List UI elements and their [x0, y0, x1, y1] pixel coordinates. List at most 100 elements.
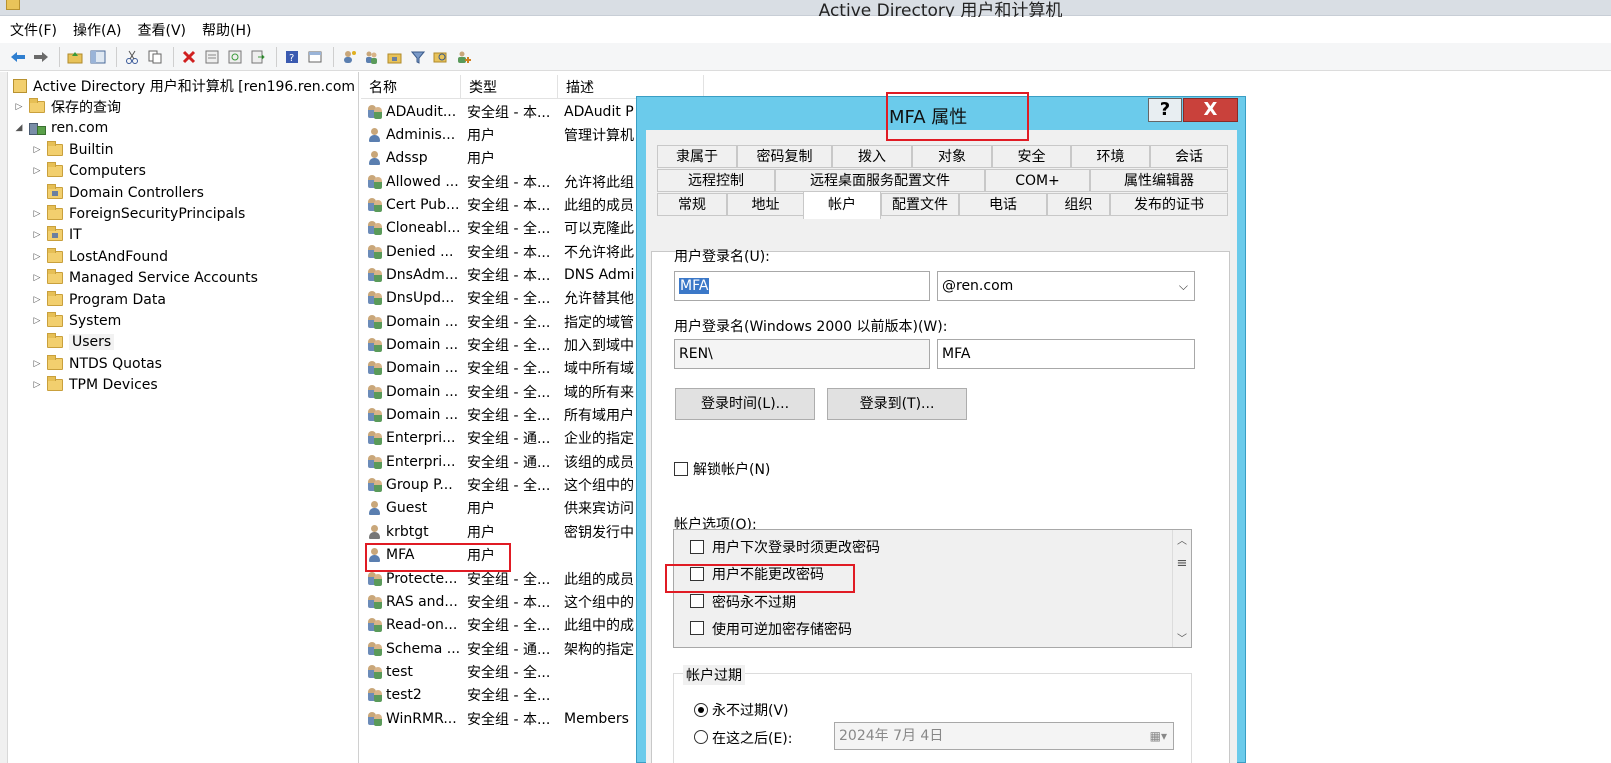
- expire-date-value: 2024年 7月 4日: [839, 728, 944, 744]
- new-group-icon[interactable]: [362, 47, 382, 67]
- tree-item-label: 保存的查询: [51, 99, 121, 116]
- ad-snapin-icon: [13, 78, 27, 93]
- never-expires-radio[interactable]: [694, 703, 708, 717]
- chevron-down-icon[interactable]: ﹀: [1173, 630, 1191, 645]
- properties-icon[interactable]: [202, 47, 222, 67]
- up-folder-icon[interactable]: [65, 47, 85, 67]
- menu-view[interactable]: 查看(V): [138, 20, 187, 40]
- tree-item-managed-service-accounts[interactable]: ▷ Managed Service Accounts: [31, 267, 258, 288]
- menu-help[interactable]: 帮助(H): [202, 20, 251, 40]
- end-of-radio[interactable]: [694, 730, 708, 744]
- cut-icon[interactable]: [122, 47, 142, 67]
- scroll-thumb-icon[interactable]: ≡: [1173, 556, 1191, 571]
- tab-organization[interactable]: 组织: [1047, 193, 1110, 216]
- option-checkbox-reversible[interactable]: [690, 621, 704, 635]
- expand-arrow-icon[interactable]: ▷: [31, 359, 43, 369]
- cell-name-text: Adminis...: [386, 126, 456, 143]
- options-scrollbar[interactable]: ︿ ≡ ﹀: [1172, 530, 1191, 647]
- console-icon[interactable]: [305, 47, 325, 67]
- logon-hours-button[interactable]: 登录时间(L)...: [675, 388, 815, 420]
- tree-item-computers[interactable]: ▷ Computers: [31, 160, 146, 181]
- tab-dial-in[interactable]: 拨入: [832, 145, 912, 168]
- help-button[interactable]: ?: [1148, 98, 1182, 122]
- filter-icon[interactable]: [408, 47, 428, 67]
- tree-item-users[interactable]: Users: [31, 331, 115, 352]
- expand-arrow-icon[interactable]: ▷: [31, 316, 43, 326]
- expand-arrow-icon[interactable]: ▷: [31, 209, 43, 219]
- cell-type: 安全组 - 通...: [467, 641, 551, 658]
- find-icon[interactable]: [431, 47, 451, 67]
- tree-item-domain[interactable]: ◢ ren.com: [13, 117, 109, 138]
- new-user-icon[interactable]: [339, 47, 359, 67]
- pre2000-name-input[interactable]: MFA: [937, 339, 1195, 369]
- expire-date-picker[interactable]: 2024年 7月 4日 ▦▾: [834, 722, 1174, 750]
- menu-file[interactable]: 文件(F): [10, 20, 57, 40]
- expand-arrow-icon[interactable]: ▷: [13, 102, 25, 112]
- new-ou-icon[interactable]: [385, 47, 405, 67]
- tab-published-certificates[interactable]: 发布的证书: [1110, 193, 1228, 216]
- expand-arrow-icon[interactable]: ▷: [31, 145, 43, 155]
- navigation-tree: Active Directory 用户和计算机 [ren196.ren.com …: [9, 72, 359, 763]
- tab-sessions[interactable]: 会话: [1150, 145, 1228, 168]
- tab-attribute-editor[interactable]: 属性编辑器: [1090, 169, 1228, 192]
- folder-icon: [29, 97, 45, 113]
- tab-password-replication[interactable]: 密码复制: [737, 145, 832, 168]
- chevron-up-icon[interactable]: ︿: [1173, 532, 1191, 547]
- tree-item-program-data[interactable]: ▷ Program Data: [31, 289, 166, 310]
- menu-action[interactable]: 操作(A): [73, 20, 122, 40]
- cell-type: 安全组 - 本...: [467, 594, 551, 611]
- option-checkbox-must-change[interactable]: [690, 540, 704, 554]
- close-button[interactable]: X: [1183, 98, 1238, 122]
- tab-telephones[interactable]: 电话: [959, 193, 1047, 216]
- add-to-group-icon[interactable]: [454, 47, 474, 67]
- export-icon[interactable]: [248, 47, 268, 67]
- expand-arrow-icon[interactable]: ▷: [31, 295, 43, 305]
- copy-icon[interactable]: [145, 47, 165, 67]
- unlock-account-label: 解锁帐户(N): [693, 462, 771, 478]
- tab-object[interactable]: 对象: [912, 145, 992, 168]
- help-icon[interactable]: ?: [282, 47, 302, 67]
- tree-item-foreign-security-principals[interactable]: ▷ ForeignSecurityPrincipals: [31, 203, 245, 224]
- option-checkbox-never-expires[interactable]: [690, 594, 704, 608]
- cell-name: Domain ...: [367, 360, 465, 376]
- show-tree-icon[interactable]: [88, 47, 108, 67]
- expand-arrow-icon[interactable]: ▷: [31, 380, 43, 390]
- tree-item-tpm-devices[interactable]: ▷ TPM Devices: [31, 374, 158, 395]
- tab-address[interactable]: 地址: [727, 193, 804, 216]
- logon-name-input[interactable]: MFA: [674, 271, 930, 301]
- tree-item-lost-and-found[interactable]: ▷ LostAndFound: [31, 246, 168, 267]
- expand-arrow-icon[interactable]: ▷: [31, 252, 43, 262]
- calendar-icon[interactable]: ▦▾: [1150, 723, 1167, 749]
- tree-root[interactable]: Active Directory 用户和计算机 [ren196.ren.com: [13, 75, 355, 96]
- tab-com-plus[interactable]: COM+: [985, 169, 1090, 192]
- tree-item-builtin[interactable]: ▷ Builtin: [31, 139, 114, 160]
- tab-environment[interactable]: 环境: [1071, 145, 1150, 168]
- upn-suffix-select[interactable]: @ren.com ⌵: [937, 271, 1195, 301]
- back-arrow-icon[interactable]: [8, 47, 28, 67]
- tab-profile[interactable]: 配置文件: [881, 193, 959, 216]
- group-icon: [367, 594, 383, 610]
- delete-icon[interactable]: [179, 47, 199, 67]
- column-header-type[interactable]: 类型: [461, 75, 558, 99]
- tab-account[interactable]: 帐户: [803, 191, 881, 219]
- expand-arrow-icon[interactable]: ▷: [31, 230, 43, 240]
- tab-remote-control[interactable]: 远程控制: [657, 169, 775, 192]
- tree-item-saved-queries[interactable]: ▷ 保存的查询: [13, 96, 121, 117]
- cell-name: Guest: [367, 500, 465, 516]
- tab-member-of[interactable]: 隶属于: [657, 145, 737, 168]
- column-header-name[interactable]: 名称: [361, 75, 461, 99]
- tree-item-system[interactable]: ▷ System: [31, 310, 121, 331]
- tab-security[interactable]: 安全: [992, 145, 1071, 168]
- expand-arrow-icon[interactable]: ▷: [31, 273, 43, 283]
- tree-item-it[interactable]: ▷ IT: [31, 224, 82, 245]
- tab-general[interactable]: 常规: [657, 193, 727, 216]
- unlock-account-checkbox[interactable]: [674, 462, 688, 476]
- forward-arrow-icon[interactable]: [31, 47, 51, 67]
- tree-item-domain-controllers[interactable]: Domain Controllers: [31, 182, 204, 203]
- collapse-arrow-icon[interactable]: ◢: [13, 123, 25, 133]
- refresh-icon[interactable]: [225, 47, 245, 67]
- tree-item-ntds-quotas[interactable]: ▷ NTDS Quotas: [31, 353, 162, 374]
- expand-arrow-icon[interactable]: ▷: [31, 166, 43, 176]
- logon-to-button[interactable]: 登录到(T)...: [827, 388, 967, 420]
- tab-rds-profile[interactable]: 远程桌面服务配置文件: [775, 169, 985, 192]
